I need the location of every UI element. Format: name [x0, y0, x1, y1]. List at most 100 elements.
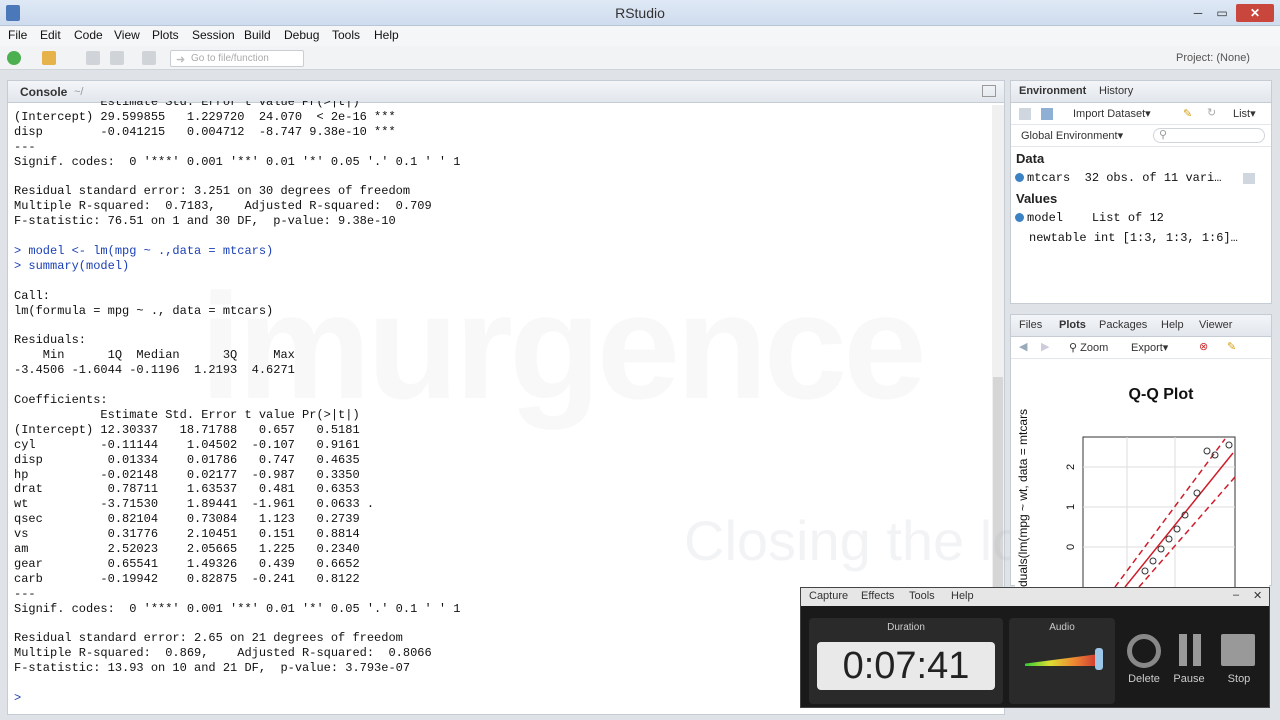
project-menu[interactable]: Project: (None) — [1176, 52, 1250, 64]
screen-recorder-widget: Capture Effects Tools Help – ✕ Duration … — [800, 587, 1270, 708]
menu-file[interactable]: File — [8, 28, 27, 42]
list-view-button[interactable]: List▾ — [1233, 107, 1256, 120]
audio-slider-handle[interactable] — [1095, 648, 1103, 670]
save-workspace-icon[interactable] — [1041, 108, 1053, 120]
y-tick-2: 2 — [1065, 464, 1077, 470]
broom-icon[interactable]: ✎ — [1183, 107, 1192, 120]
console-output-line: wt -3.71530 1.89441 -1.961 0.0633 . — [14, 497, 375, 512]
recorder-menu-tools[interactable]: Tools — [909, 590, 935, 602]
qq-lower-band — [1138, 476, 1236, 587]
console-maximize-icon[interactable] — [982, 85, 996, 97]
recorder-close-icon[interactable]: ✕ — [1253, 589, 1262, 602]
recorder-minimize-icon[interactable]: – — [1233, 589, 1239, 601]
environment-pane: Environment History Import Dataset▾ ✎ ↻ … — [1010, 80, 1272, 304]
menu-code[interactable]: Code — [74, 28, 103, 42]
env-var-name: mtcars — [1027, 171, 1071, 185]
expand-icon[interactable] — [1015, 213, 1024, 223]
values-section-header: Values — [1016, 191, 1058, 206]
menu-edit[interactable]: Edit — [40, 28, 61, 42]
window-title: RStudio — [615, 5, 665, 21]
delete-plot-icon[interactable]: ⊗ — [1199, 340, 1208, 353]
pause-icon-bar — [1193, 634, 1201, 666]
expand-icon[interactable] — [1015, 173, 1024, 183]
tab-plots[interactable]: Plots — [1059, 319, 1086, 331]
import-dataset-label: Import Dataset — [1073, 108, 1146, 120]
y-tick-1: 1 — [1065, 504, 1077, 510]
close-button[interactable]: ✕ — [1236, 4, 1274, 22]
recorder-menu-effects[interactable]: Effects — [861, 590, 894, 602]
save-icon[interactable] — [86, 51, 100, 65]
console-command-line: > summary(model) — [14, 258, 130, 273]
open-file-icon[interactable] — [42, 51, 56, 65]
console-output-line: --- — [14, 139, 36, 154]
tab-console[interactable]: Console — [20, 85, 67, 99]
tab-history[interactable]: History — [1099, 85, 1133, 97]
maximize-button[interactable]: ▭ — [1212, 4, 1232, 22]
tab-environment[interactable]: Environment — [1019, 85, 1086, 97]
load-workspace-icon[interactable] — [1019, 108, 1031, 120]
console-output-line: cyl -0.11144 1.04502 -0.107 0.9161 — [14, 437, 360, 452]
export-button[interactable]: Export▾ — [1131, 341, 1168, 354]
menu-plots[interactable]: Plots — [152, 28, 179, 42]
env-var-value: 32 obs. of 11 vari… — [1084, 171, 1222, 185]
duration-label: Duration — [887, 622, 925, 633]
env-var-name: newtable — [1029, 231, 1087, 245]
stop-icon[interactable] — [1221, 634, 1255, 666]
data-section-header: Data — [1016, 151, 1045, 166]
back-arrow-icon[interactable]: ◀ — [1019, 340, 1027, 353]
env-row-newtable[interactable]: newtable int [1:3, 1:3, 1:6]… — [1029, 231, 1238, 245]
console-output-line: Signif. codes: 0 '***' 0.001 '**' 0.01 '… — [14, 601, 461, 616]
qq-point — [1141, 567, 1149, 575]
recorder-menu-capture[interactable]: Capture — [809, 590, 848, 602]
zoom-button[interactable]: ⚲ Zoom — [1069, 341, 1108, 354]
y-tick-0: 0 — [1065, 544, 1077, 550]
console-output-line: Residual standard error: 3.251 on 30 deg… — [14, 184, 411, 199]
print-icon[interactable] — [142, 51, 156, 65]
delete-icon[interactable] — [1127, 634, 1161, 668]
import-dataset-button[interactable]: Import Dataset▾ — [1073, 107, 1151, 120]
forward-arrow-icon[interactable]: ▶ — [1041, 340, 1049, 353]
refresh-icon[interactable]: ↻ — [1207, 106, 1216, 119]
plot-area: Q-Q Plot duals(lm(mpg ~ wt, data = mtcar… — [1015, 359, 1269, 587]
menu-tools[interactable]: Tools — [332, 28, 360, 42]
menu-session[interactable]: Session — [192, 28, 235, 42]
delete-button-label[interactable]: Delete — [1124, 673, 1164, 685]
menu-bar: File Edit Code View Plots Session Build … — [0, 26, 1280, 46]
recorder-menu-help[interactable]: Help — [951, 590, 974, 602]
tab-files[interactable]: Files — [1019, 319, 1042, 331]
recorder-menu: Capture Effects Tools Help – ✕ — [801, 588, 1269, 606]
tab-help[interactable]: Help — [1161, 319, 1184, 331]
audio-panel: Audio — [1009, 618, 1115, 704]
env-search-input[interactable] — [1153, 128, 1265, 143]
env-row-model[interactable]: model List of 12 — [1015, 211, 1164, 225]
tab-viewer[interactable]: Viewer — [1199, 319, 1232, 331]
goto-file-input[interactable]: ➜ Go to file/function — [170, 50, 304, 67]
new-file-icon[interactable] — [7, 51, 21, 65]
console-output-line: carb -0.19942 0.82875 -0.241 0.8122 — [14, 571, 360, 586]
menu-view[interactable]: View — [114, 28, 140, 42]
table-view-icon[interactable] — [1243, 173, 1255, 184]
stop-button-label[interactable]: Stop — [1219, 673, 1259, 685]
env-row-mtcars[interactable]: mtcars 32 obs. of 11 vari… — [1015, 171, 1221, 185]
console-output-line: Coefficients: — [14, 393, 108, 407]
menu-debug[interactable]: Debug — [284, 28, 319, 42]
env-var-name: model — [1027, 211, 1064, 225]
scope-dropdown[interactable]: Global Environment▾ — [1021, 129, 1123, 142]
env-var-value: List of 12 — [1091, 211, 1164, 225]
environment-header: Environment History — [1011, 81, 1271, 103]
goto-arrow-icon: ➜ — [176, 54, 186, 66]
pause-button-label[interactable]: Pause — [1169, 673, 1209, 685]
clear-plots-icon[interactable]: ✎ — [1227, 340, 1236, 353]
console-output-line: F-statistic: 76.51 on 1 and 30 DF, p-val… — [14, 214, 396, 229]
menu-build[interactable]: Build — [244, 28, 271, 42]
save-all-icon[interactable] — [110, 51, 124, 65]
qq-point — [1193, 489, 1201, 497]
minimize-button[interactable]: ─ — [1188, 4, 1208, 22]
pause-icon[interactable] — [1179, 634, 1187, 666]
qq-upper-band — [1114, 438, 1226, 587]
console-output-line: drat 0.78711 1.63537 0.481 0.6353 — [14, 482, 360, 497]
tab-packages[interactable]: Packages — [1099, 319, 1147, 331]
console-output-line: gear 0.65541 1.49326 0.439 0.6652 — [14, 556, 360, 571]
menu-help[interactable]: Help — [374, 28, 399, 42]
console-output-line: Call: — [14, 288, 51, 303]
